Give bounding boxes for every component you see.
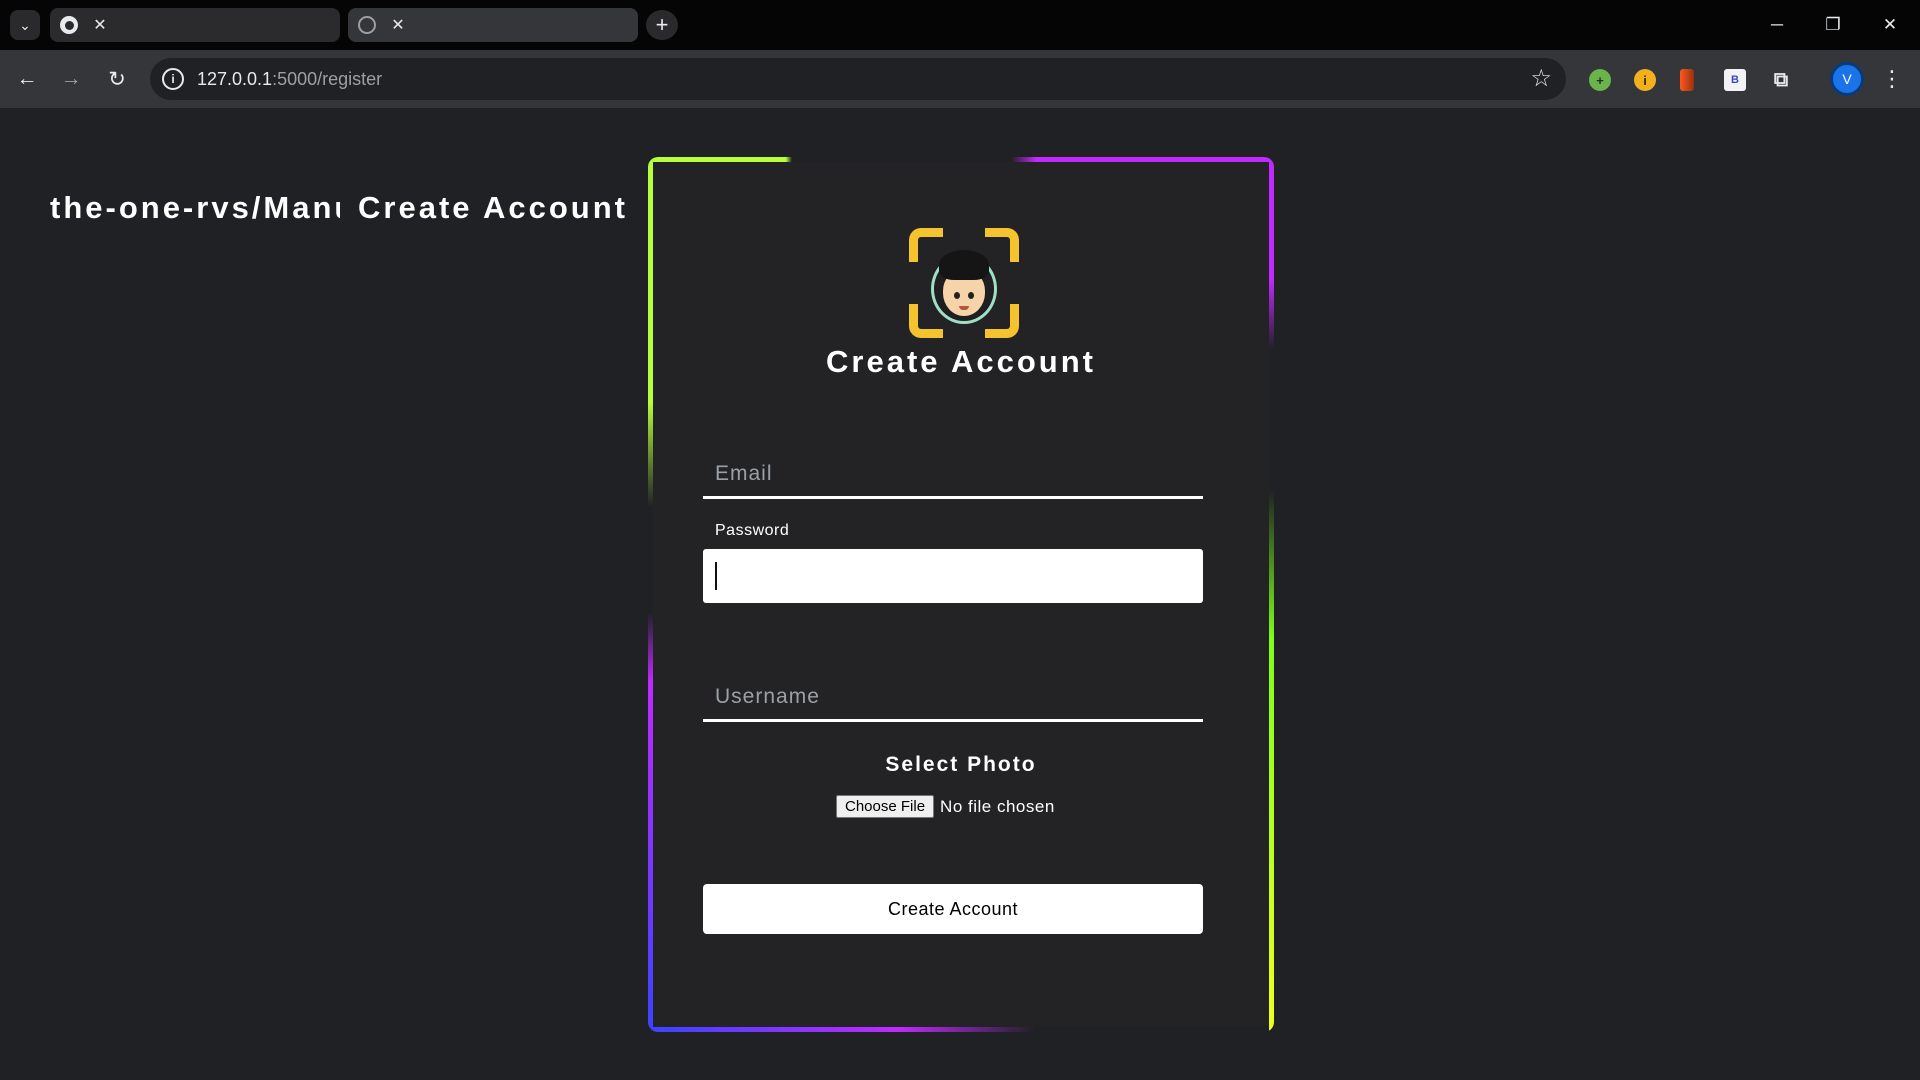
new-tab-button[interactable]: + bbox=[646, 10, 678, 40]
tab-title: the-one-rvs/Manushya-The-Fac bbox=[50, 190, 340, 225]
info-icon[interactable]: i bbox=[162, 68, 184, 90]
select-photo-label: Select Photo bbox=[885, 753, 1037, 776]
astronaut-face-icon bbox=[931, 246, 997, 326]
minimize-icon[interactable]: ─ bbox=[1757, 10, 1797, 40]
file-status: No file chosen bbox=[940, 796, 1055, 816]
forward-icon[interactable]: → bbox=[56, 64, 86, 94]
close-window-icon[interactable]: ✕ bbox=[1870, 10, 1910, 40]
close-icon[interactable]: ✕ bbox=[388, 15, 408, 35]
create-account-button[interactable]: Create Account bbox=[703, 884, 1203, 934]
email-input[interactable]: Email bbox=[703, 441, 1203, 499]
tab-strip: ⌄ the-one-rvs/Manushya-The-Fac ✕ Create … bbox=[0, 0, 1920, 225]
address-bar[interactable]: i 127.0.0.1:5000/register ☆ bbox=[150, 58, 1566, 100]
menu-icon[interactable]: ⋮ bbox=[1880, 64, 1904, 94]
tab-create-account[interactable]: Create Account ✕ bbox=[348, 8, 638, 225]
back-icon[interactable]: ← bbox=[12, 64, 42, 94]
restore-icon[interactable]: ❐ bbox=[1813, 10, 1853, 40]
choose-file-button[interactable]: Choose File bbox=[836, 795, 935, 818]
github-icon bbox=[60, 16, 78, 34]
tab-github[interactable]: the-one-rvs/Manushya-The-Fac ✕ bbox=[50, 8, 340, 225]
file-input[interactable]: Choose File No file chosen bbox=[836, 795, 1055, 818]
star-icon[interactable]: ☆ bbox=[1530, 64, 1552, 93]
browser-toolbar: ← → ↻ i 127.0.0.1:5000/register ☆ + i B … bbox=[0, 50, 1920, 108]
extensions-icon[interactable]: ⧉ bbox=[1770, 69, 1792, 91]
globe-icon bbox=[358, 16, 376, 34]
close-icon[interactable]: ✕ bbox=[90, 15, 110, 35]
card-body: Create Account Email Password Username S… bbox=[653, 162, 1269, 1027]
extension-orange-icon[interactable] bbox=[1680, 69, 1694, 91]
extension-yellow-icon[interactable]: i bbox=[1634, 69, 1656, 91]
app-logo bbox=[909, 228, 1019, 338]
extension-green-icon[interactable]: + bbox=[1589, 69, 1611, 91]
text-caret bbox=[715, 562, 717, 590]
profile-avatar[interactable]: V bbox=[1830, 62, 1864, 96]
reload-icon[interactable]: ↻ bbox=[102, 64, 132, 94]
url-path: :5000/register bbox=[272, 69, 383, 89]
tab-search-icon[interactable]: ⌄ bbox=[10, 10, 40, 40]
extension-b-icon[interactable]: B bbox=[1724, 69, 1746, 91]
username-input[interactable]: Username bbox=[703, 664, 1203, 722]
page-title: Create Account bbox=[826, 344, 1096, 379]
password-label: Password bbox=[715, 522, 790, 539]
tab-title: Create Account bbox=[358, 190, 628, 225]
url-text: 127.0.0.1:5000/register bbox=[197, 69, 382, 90]
password-input[interactable] bbox=[703, 549, 1203, 603]
url-host: 127.0.0.1 bbox=[197, 69, 273, 89]
register-card: Create Account Email Password Username S… bbox=[648, 157, 1274, 1032]
